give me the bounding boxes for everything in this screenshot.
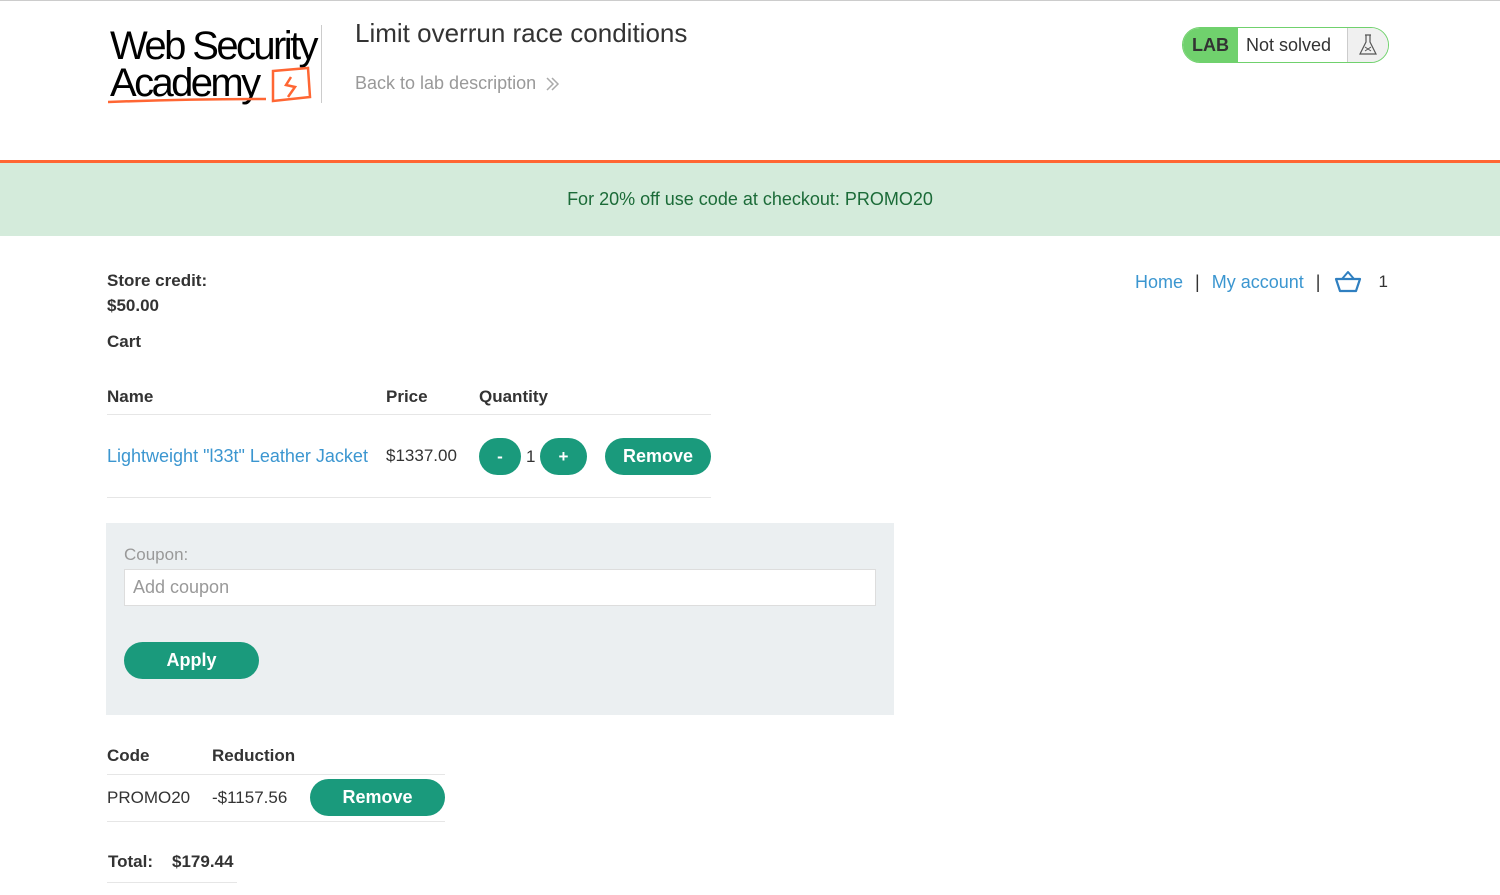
header: Web Security Academy Limit overrun race … bbox=[0, 1, 1500, 161]
coupon-label: Coupon: bbox=[124, 545, 189, 564]
top-nav: Home | My account | 1 bbox=[1135, 270, 1388, 294]
increase-quantity-button[interactable]: + bbox=[540, 438, 587, 475]
nav-home-link[interactable]: Home bbox=[1135, 272, 1183, 293]
column-header-quantity: Quantity bbox=[479, 387, 548, 406]
cart-table-header: Name Price Quantity bbox=[107, 387, 711, 415]
decrease-quantity-button[interactable]: - bbox=[479, 438, 521, 475]
nav-separator: | bbox=[1315, 271, 1321, 292]
lab-status-widget: LAB Not solved bbox=[1182, 27, 1389, 63]
product-price: $1337.00 bbox=[386, 446, 457, 465]
column-header-code: Code bbox=[107, 746, 150, 765]
web-security-academy-logo[interactable]: Web Security Academy bbox=[108, 25, 333, 107]
logo-mark-icon bbox=[108, 66, 312, 104]
cart-count: 1 bbox=[1378, 272, 1388, 291]
remove-item-button[interactable]: Remove bbox=[605, 438, 711, 475]
store-credit-label: Store credit: bbox=[107, 271, 208, 290]
remove-coupon-button[interactable]: Remove bbox=[310, 779, 445, 816]
lab-status-text: Not solved bbox=[1238, 28, 1348, 62]
cart-basket-icon[interactable] bbox=[1334, 270, 1362, 294]
cart-item-row: Lightweight "l33t" Leather Jacket $1337.… bbox=[107, 415, 711, 498]
applied-code-row: PROMO20 -$1157.56 Remove bbox=[107, 775, 445, 822]
coupon-input[interactable] bbox=[124, 569, 876, 606]
back-link-label: Back to lab description bbox=[355, 73, 537, 93]
lab-flask-icon bbox=[1348, 28, 1388, 62]
lab-title: Limit overrun race conditions bbox=[355, 18, 688, 48]
applied-code: PROMO20 bbox=[107, 788, 191, 807]
applied-reduction: -$1157.56 bbox=[212, 788, 288, 807]
total-value: $179.44 bbox=[172, 852, 234, 871]
nav-my-account-link[interactable]: My account bbox=[1212, 272, 1304, 293]
logo-divider bbox=[321, 25, 322, 103]
double-chevron-right-icon bbox=[546, 76, 560, 91]
column-header-reduction: Reduction bbox=[212, 746, 296, 765]
promo-banner: For 20% off use code at checkout: PROMO2… bbox=[0, 163, 1500, 236]
applied-codes-header: Code Reduction bbox=[107, 746, 445, 775]
coupon-form: Coupon: Apply bbox=[106, 523, 894, 715]
back-to-lab-description-link[interactable]: Back to lab description bbox=[355, 73, 560, 94]
total-label: Total: bbox=[108, 852, 154, 871]
total-row: Total: $179.44 bbox=[107, 852, 237, 883]
quantity-value: 1 bbox=[526, 447, 536, 466]
product-link[interactable]: Lightweight "l33t" Leather Jacket bbox=[107, 446, 368, 467]
cart-heading: Cart bbox=[107, 332, 142, 351]
nav-separator: | bbox=[1195, 271, 1200, 292]
store-credit-value: $50.00 bbox=[107, 296, 159, 315]
column-header-name: Name bbox=[107, 387, 154, 406]
apply-coupon-button[interactable]: Apply bbox=[124, 642, 259, 679]
column-header-price: Price bbox=[386, 387, 428, 406]
lab-badge: LAB bbox=[1183, 28, 1238, 62]
